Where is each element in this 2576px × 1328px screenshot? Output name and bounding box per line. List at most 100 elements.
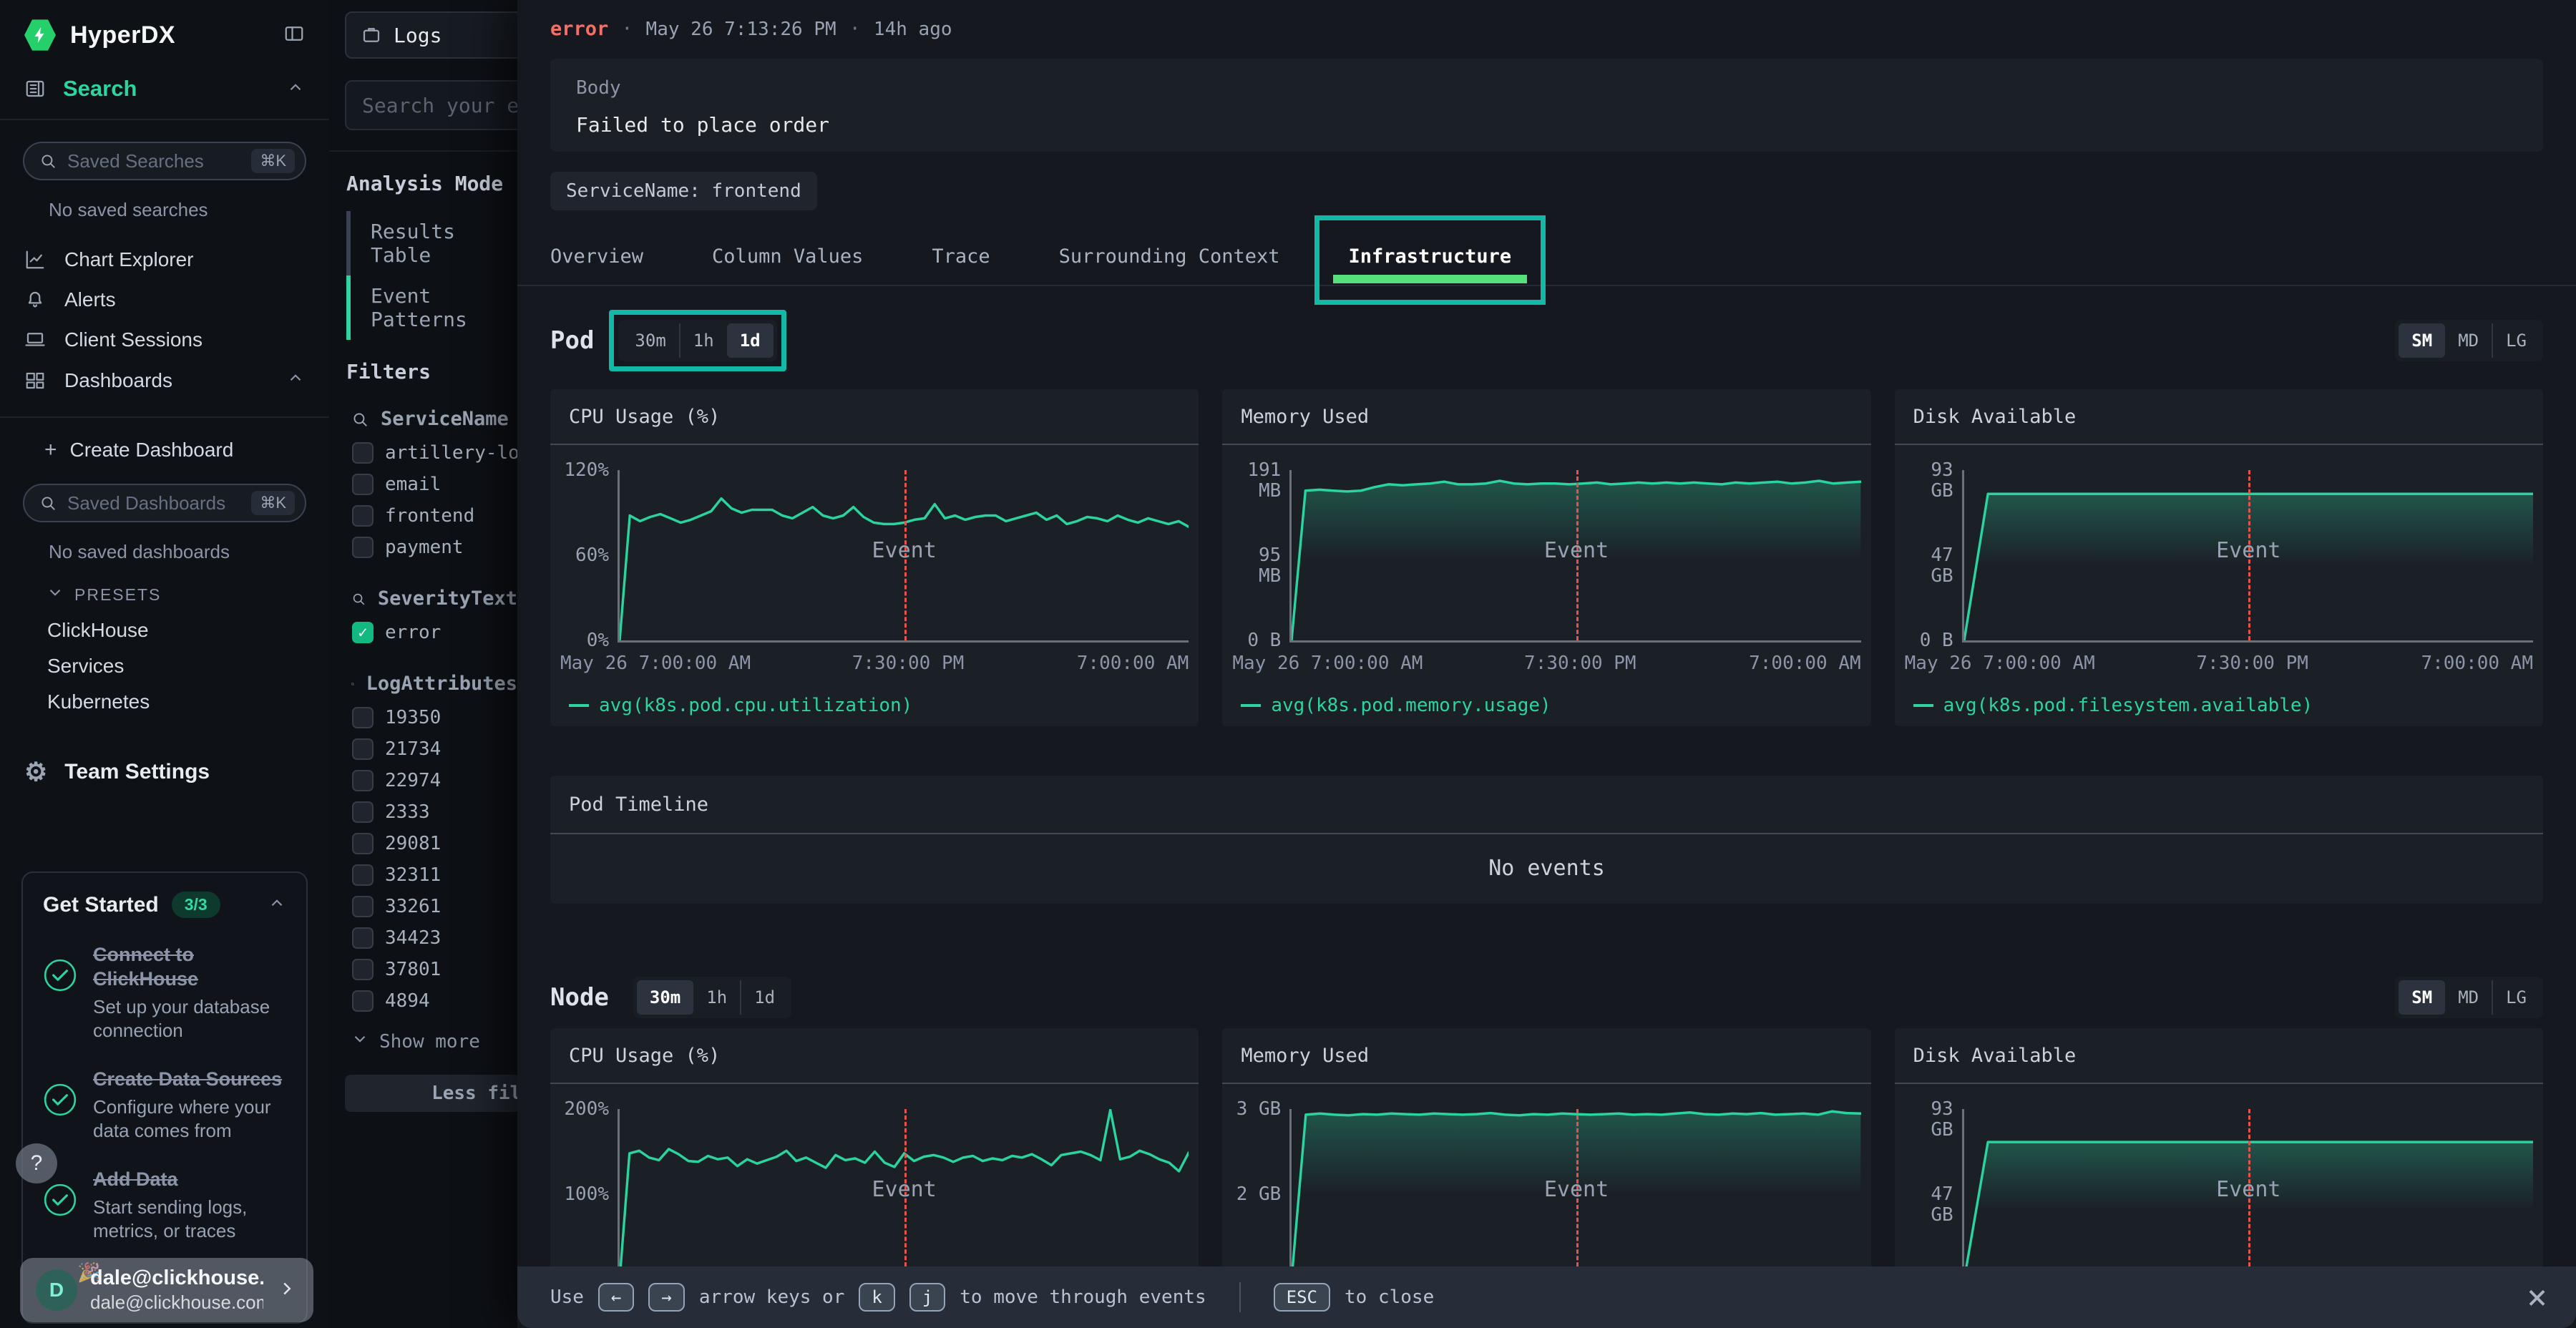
service-name-tag[interactable]: ServiceName: frontend <box>550 172 817 210</box>
sidebar-item-alerts[interactable]: Alerts <box>0 280 329 320</box>
dashboards-grid-icon <box>24 370 46 391</box>
filter-option[interactable]: 4894 <box>329 985 517 1017</box>
checkbox[interactable] <box>352 864 374 886</box>
checkbox[interactable] <box>352 959 374 980</box>
filter-group-severitytext[interactable]: SeverityText <box>351 587 517 610</box>
presets-toggle[interactable]: PRESETS <box>46 583 329 606</box>
checkbox[interactable] <box>352 537 374 558</box>
filter-option-label: 32311 <box>385 864 441 886</box>
create-dashboard-button[interactable]: + Create Dashboard <box>0 418 329 462</box>
size-md[interactable]: MD <box>2445 980 2492 1015</box>
get-started-item[interactable]: Connect to ClickHouse Set up your databa… <box>43 942 286 1043</box>
mode-results-table[interactable]: Results Table <box>346 211 517 275</box>
checkbox-checked[interactable] <box>352 622 374 643</box>
x-axis-tick: 7:30:00 PM <box>2196 653 2308 674</box>
user-account-bar[interactable]: D dale@clickhouse.com dale@clickhouse.co… <box>20 1258 313 1322</box>
size-sm[interactable]: SM <box>2399 323 2445 358</box>
range-1d[interactable]: 1d <box>740 980 788 1015</box>
get-started-item[interactable]: Add Data Start sending logs, metrics, or… <box>43 1167 286 1243</box>
checkbox[interactable] <box>352 738 374 760</box>
tab-column-values[interactable]: Column Values <box>712 245 863 268</box>
checkbox[interactable] <box>352 474 374 495</box>
saved-searches-input[interactable]: Saved Searches ⌘K <box>23 142 306 180</box>
filter-option[interactable]: 22974 <box>329 765 517 796</box>
size-lg[interactable]: LG <box>2492 980 2540 1015</box>
filter-option[interactable]: 2333 <box>329 796 517 828</box>
pod-section-header: Pod 30m 1h 1d SM MD LG <box>550 315 2543 366</box>
checkbox[interactable] <box>352 896 374 917</box>
checkbox[interactable] <box>352 770 374 791</box>
source-select[interactable]: Logs <box>345 11 517 59</box>
filter-option[interactable]: 34423 <box>329 922 517 954</box>
checkbox[interactable] <box>352 801 374 823</box>
help-button[interactable]: ? <box>16 1143 57 1183</box>
esc-key: ESC <box>1274 1283 1330 1312</box>
size-lg[interactable]: LG <box>2492 323 2540 358</box>
chevron-up-icon[interactable] <box>268 894 286 916</box>
less-filters-button[interactable]: Less filters <box>345 1075 517 1112</box>
checkbox[interactable] <box>352 927 374 949</box>
sidebar-item-client-sessions[interactable]: Client Sessions <box>0 320 329 360</box>
preset-services[interactable]: Services <box>47 655 329 678</box>
filter-option[interactable]: 32311 <box>329 859 517 891</box>
checkbox[interactable] <box>352 707 374 728</box>
checkbox[interactable] <box>352 505 374 527</box>
get-started-card: Get Started 3/3 Connect to ClickHouse Se… <box>21 872 308 1324</box>
checkbox[interactable] <box>352 990 374 1012</box>
get-started-item[interactable]: Create Data Sources Configure where your… <box>43 1067 286 1143</box>
chevron-up-icon[interactable] <box>286 368 305 392</box>
filter-option[interactable]: 33261 <box>329 891 517 922</box>
create-dashboard-label: Create Dashboard <box>70 439 234 462</box>
filter-option-label: 29081 <box>385 833 441 854</box>
event-marker-label: Event <box>1544 538 1609 563</box>
tab-infrastructure[interactable]: Infrastructure <box>1349 245 1512 268</box>
step-title: Create Data Sources <box>93 1068 282 1090</box>
tab-overview[interactable]: Overview <box>550 245 643 268</box>
chart-legend: avg(k8s.pod.filesystem.available) <box>1913 695 2313 716</box>
plus-icon: + <box>44 438 57 462</box>
show-more-toggle[interactable]: Show more <box>351 1030 517 1053</box>
range-1h[interactable]: 1h <box>679 323 727 358</box>
filter-option[interactable]: 37801 <box>329 954 517 985</box>
filter-group-servicename[interactable]: ServiceName <box>351 408 517 430</box>
range-30m[interactable]: 30m <box>637 980 693 1015</box>
size-sm[interactable]: SM <box>2399 980 2445 1015</box>
sidebar-item-chart-explorer[interactable]: Chart Explorer <box>0 240 329 280</box>
filter-option[interactable]: 21734 <box>329 733 517 765</box>
filter-group-logattributes[interactable]: LogAttributes <box>351 673 517 695</box>
event-search-input[interactable]: Search your ev <box>345 80 517 130</box>
filter-option-checked[interactable]: error <box>329 617 517 648</box>
keyboard-hint-footer: Use ← → arrow keys or k j to move throug… <box>517 1266 2576 1328</box>
range-1h[interactable]: 1h <box>693 980 740 1015</box>
filter-option-label: 33261 <box>385 896 441 917</box>
size-md[interactable]: MD <box>2445 323 2492 358</box>
filter-option[interactable]: artillery-load <box>329 437 517 469</box>
filters-label: Filters <box>346 360 517 384</box>
close-icon[interactable]: × <box>2527 1280 2547 1314</box>
tab-surrounding-context[interactable]: Surrounding Context <box>1059 245 1280 268</box>
checkbox[interactable] <box>352 442 374 464</box>
chevron-up-icon[interactable] <box>286 78 305 100</box>
saved-dashboards-input[interactable]: Saved Dashboards ⌘K <box>23 484 306 522</box>
get-started-header[interactable]: Get Started 3/3 <box>43 892 286 918</box>
filter-option[interactable]: 29081 <box>329 828 517 859</box>
range-1d[interactable]: 1d <box>727 323 774 358</box>
sidebar-item-search[interactable]: Search <box>0 66 329 120</box>
preset-clickhouse[interactable]: ClickHouse <box>47 619 329 642</box>
event-header: error · May 26 7:13:26 PM · 14h ago <box>550 18 952 40</box>
chart-title: CPU Usage (%) <box>550 389 1199 445</box>
filter-option[interactable]: frontend <box>329 500 517 532</box>
preset-kubernetes[interactable]: Kubernetes <box>47 690 329 713</box>
sidebar-item-dashboards[interactable]: Dashboards <box>0 360 329 401</box>
checkbox[interactable] <box>352 833 374 854</box>
mode-event-patterns[interactable]: Event Patterns <box>346 275 517 340</box>
sidebar-item-team-settings[interactable]: ⚙ Team Settings <box>24 759 329 785</box>
filter-option[interactable]: email <box>329 469 517 500</box>
filter-option[interactable]: 19350 <box>329 702 517 733</box>
sidebar-collapse-icon[interactable] <box>283 23 305 48</box>
search-icon <box>39 494 57 512</box>
pod-timeline-title: Pod Timeline <box>550 776 2543 834</box>
range-30m[interactable]: 30m <box>622 323 678 358</box>
tab-trace[interactable]: Trace <box>932 245 990 268</box>
filter-option[interactable]: payment <box>329 532 517 563</box>
